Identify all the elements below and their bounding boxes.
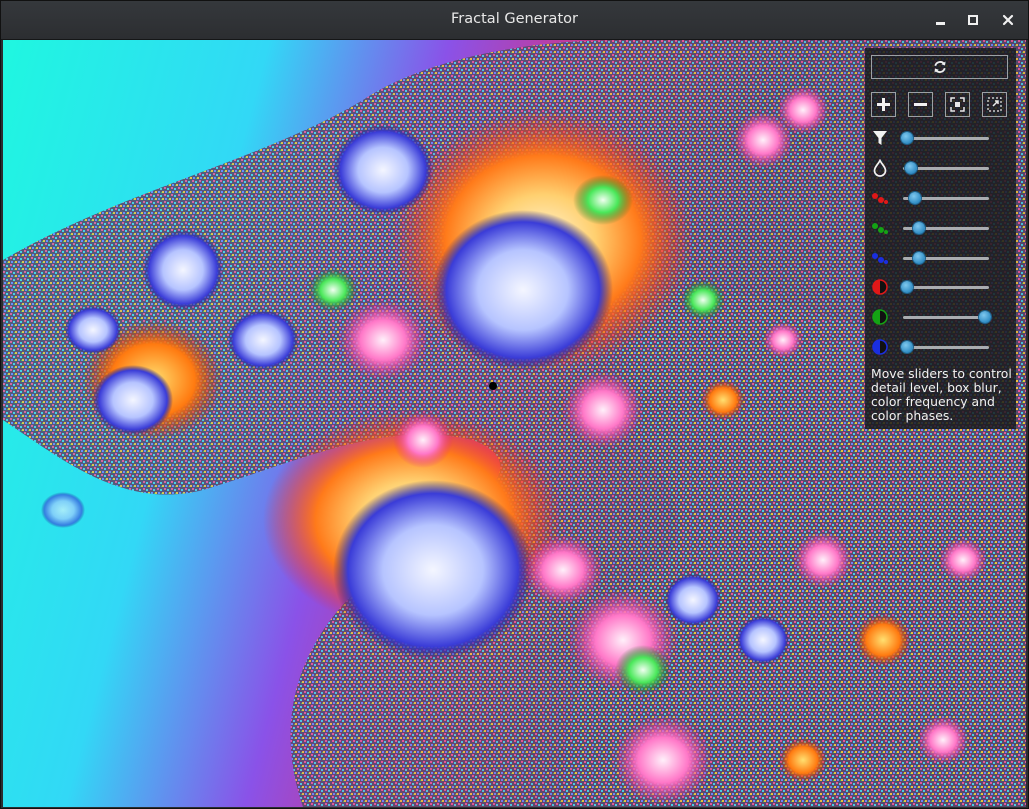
control-panel: Move sliders to control detail level, bo… bbox=[865, 48, 1016, 429]
slider-handle[interactable] bbox=[912, 222, 925, 234]
slider-track[interactable] bbox=[903, 286, 989, 289]
slider-handle[interactable] bbox=[912, 252, 925, 264]
box-blur-slider[interactable] bbox=[871, 158, 1011, 178]
slider-handle[interactable] bbox=[901, 281, 913, 293]
slider-track[interactable] bbox=[903, 137, 989, 140]
zoom-out-button[interactable] bbox=[908, 92, 933, 117]
slider-handle[interactable] bbox=[901, 132, 913, 144]
red-half-circle-icon bbox=[872, 279, 888, 295]
slider-track[interactable] bbox=[903, 346, 989, 349]
red-phase-slider[interactable] bbox=[871, 277, 1011, 297]
slider-handle[interactable] bbox=[979, 311, 991, 323]
maximize-icon bbox=[968, 15, 978, 25]
zoom-fit-button[interactable] bbox=[945, 92, 970, 117]
zoom-selection-icon bbox=[987, 97, 1002, 112]
blue-frequency-slider[interactable] bbox=[871, 248, 1011, 268]
blue-dots-icon bbox=[872, 253, 888, 264]
detail-level-slider[interactable] bbox=[871, 128, 1011, 148]
zoom-selection-button[interactable] bbox=[982, 92, 1007, 117]
slider-handle[interactable] bbox=[904, 162, 917, 174]
slider-handle[interactable] bbox=[908, 192, 921, 204]
green-frequency-slider[interactable] bbox=[871, 218, 1011, 238]
drop-icon bbox=[873, 159, 887, 177]
zoom-out-icon bbox=[914, 103, 927, 106]
green-half-circle-icon bbox=[872, 309, 888, 325]
green-phase-slider[interactable] bbox=[871, 307, 1011, 327]
green-dots-icon bbox=[872, 223, 888, 234]
window-title: Fractal Generator bbox=[451, 11, 578, 27]
zoom-in-icon bbox=[877, 98, 890, 111]
blue-half-circle-icon bbox=[872, 339, 888, 355]
minimize-button[interactable] bbox=[933, 12, 949, 28]
red-dots-icon bbox=[872, 193, 888, 204]
blue-phase-slider[interactable] bbox=[871, 337, 1011, 357]
funnel-icon bbox=[873, 131, 887, 145]
title-bar[interactable]: Fractal Generator bbox=[1, 1, 1028, 40]
help-text: Move sliders to control detail level, bo… bbox=[871, 366, 1012, 423]
zoom-fit-icon bbox=[950, 97, 965, 112]
close-button[interactable] bbox=[1000, 12, 1016, 28]
refresh-icon bbox=[934, 61, 946, 73]
app-window: Fractal Generator Move sliders to contro… bbox=[0, 0, 1029, 809]
slider-track[interactable] bbox=[903, 316, 989, 319]
close-icon bbox=[1002, 14, 1014, 26]
refresh-button[interactable] bbox=[871, 55, 1008, 79]
zoom-in-button[interactable] bbox=[871, 92, 896, 117]
minimize-icon bbox=[936, 22, 945, 25]
slider-handle[interactable] bbox=[901, 341, 913, 353]
maximize-button[interactable] bbox=[965, 12, 981, 28]
red-frequency-slider[interactable] bbox=[871, 188, 1011, 208]
